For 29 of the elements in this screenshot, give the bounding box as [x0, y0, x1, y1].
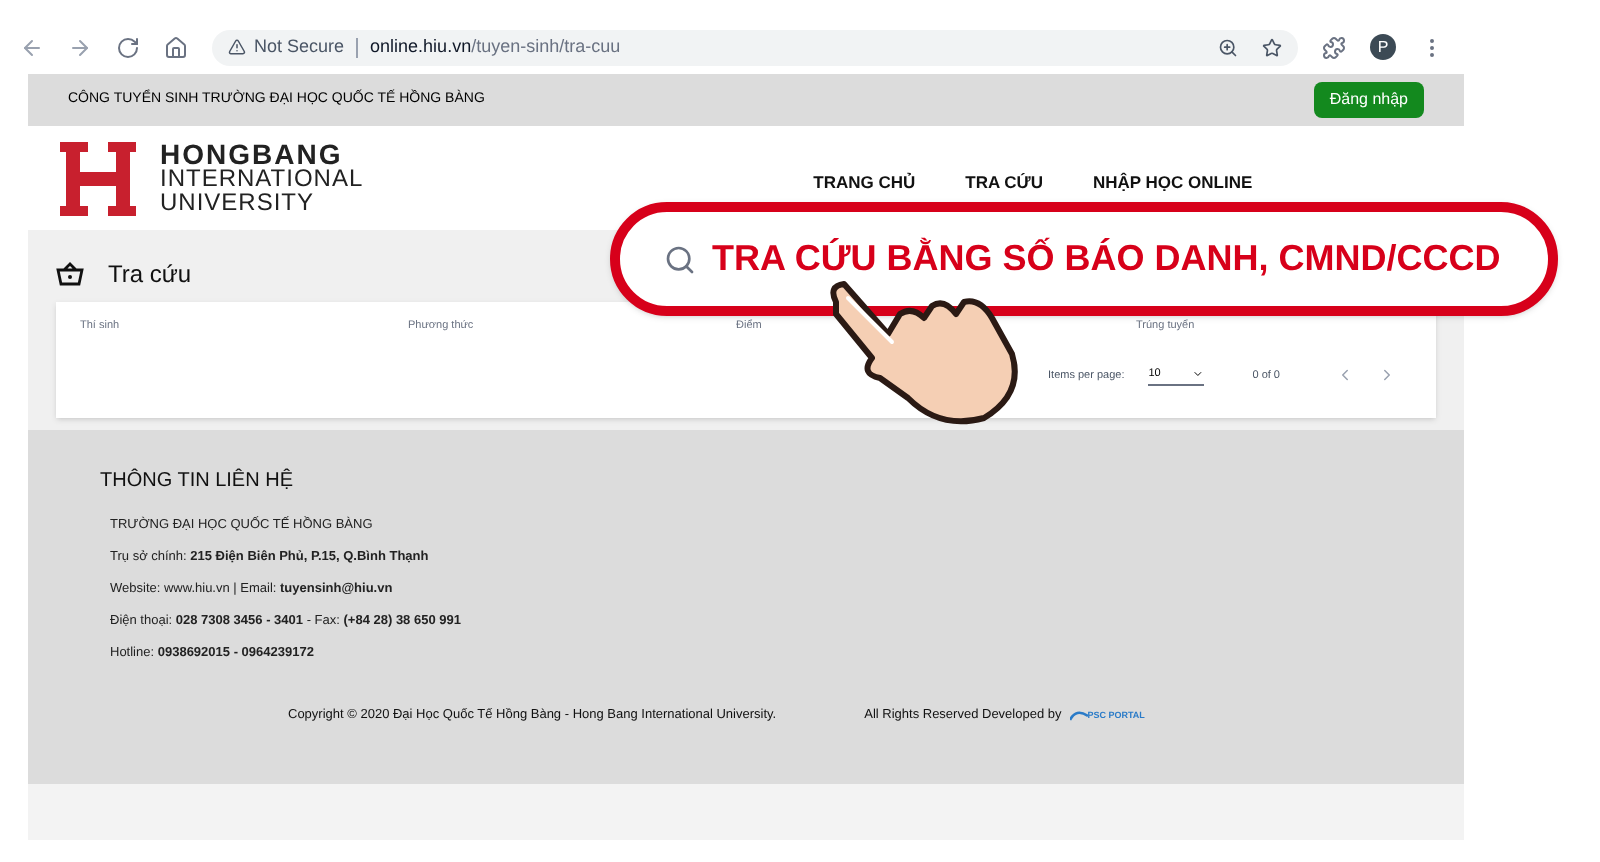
forward-icon[interactable] — [68, 35, 92, 59]
login-button[interactable]: Đăng nhập — [1313, 82, 1424, 118]
nav-link[interactable]: TRANG CHỦ — [813, 169, 916, 195]
logo-name: HONGBANG — [160, 142, 343, 166]
nav-link[interactable]: TRA CỨU — [965, 169, 1043, 195]
dropdown-caret-icon — [1192, 368, 1205, 381]
basket-icon — [56, 262, 84, 286]
callout-text: TRA CỨU BẰNG SỐ BÁO DANH, CMND/CCCD — [712, 235, 1501, 282]
search-icon — [664, 243, 696, 275]
profile-avatar[interactable]: P — [1370, 34, 1396, 60]
url-path: /tuyen-sinh/tra-cuu — [471, 33, 621, 60]
bookmark-star-icon[interactable] — [1262, 37, 1282, 57]
extensions-icon[interactable] — [1322, 35, 1346, 59]
footer-title: THÔNG TIN LIÊN HỆ — [100, 466, 295, 496]
logo-subtitle: UNIVERSITY — [160, 190, 317, 214]
back-icon[interactable] — [20, 35, 44, 59]
address-bar[interactable]: Not Secure online.hiu.vn/tuyen-sinh/tra-cuu — [212, 29, 1298, 65]
wave-logo-icon — [1069, 708, 1088, 723]
warning-icon — [228, 38, 246, 56]
nav-link[interactable]: NHẬP HỌC ONLINE — [1092, 169, 1253, 195]
security-label: Not Secure — [254, 33, 345, 60]
section-title: Tra cứu — [108, 258, 192, 292]
url-host: online.hiu.vn — [370, 33, 472, 60]
logo-subtitle: INTERNATIONAL — [160, 166, 364, 190]
logo-icon — [60, 141, 136, 215]
zoom-icon[interactable] — [1218, 37, 1238, 57]
address-divider — [356, 37, 359, 57]
home-icon[interactable] — [164, 35, 188, 59]
reload-icon[interactable] — [116, 35, 140, 59]
